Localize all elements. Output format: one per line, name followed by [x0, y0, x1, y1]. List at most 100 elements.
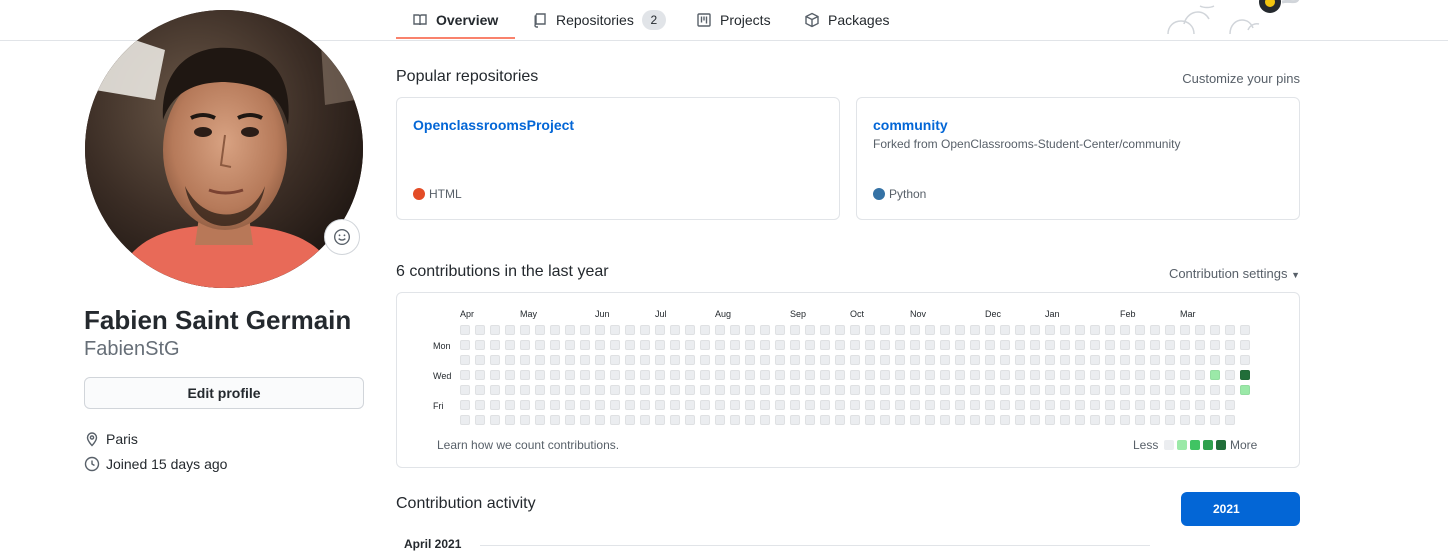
contribution-day-cell[interactable] — [700, 400, 710, 410]
contribution-day-cell[interactable] — [640, 355, 650, 365]
contribution-day-cell[interactable] — [1000, 355, 1010, 365]
contribution-day-cell[interactable] — [730, 355, 740, 365]
contribution-day-cell[interactable] — [490, 370, 500, 380]
contribution-day-cell[interactable] — [505, 385, 515, 395]
contribution-day-cell[interactable] — [1195, 355, 1205, 365]
contribution-day-cell[interactable] — [760, 370, 770, 380]
contribution-day-cell[interactable] — [865, 340, 875, 350]
contribution-day-cell[interactable] — [1120, 385, 1130, 395]
tab-projects[interactable]: Projects — [696, 0, 771, 40]
contribution-day-cell[interactable] — [535, 385, 545, 395]
contribution-day-cell[interactable] — [460, 340, 470, 350]
contribution-day-cell[interactable] — [1210, 400, 1220, 410]
contribution-day-cell[interactable] — [1150, 340, 1160, 350]
repo-name-link[interactable]: OpenclassroomsProject — [413, 117, 574, 133]
contribution-day-cell[interactable] — [910, 415, 920, 425]
contribution-day-cell[interactable] — [1150, 385, 1160, 395]
contribution-day-cell[interactable] — [1000, 340, 1010, 350]
contribution-day-cell[interactable] — [475, 415, 485, 425]
contribution-day-cell[interactable] — [580, 340, 590, 350]
contribution-day-cell[interactable] — [610, 370, 620, 380]
contribution-day-cell[interactable] — [895, 355, 905, 365]
contribution-day-cell[interactable] — [1030, 355, 1040, 365]
contribution-day-cell[interactable] — [940, 400, 950, 410]
contribution-day-cell[interactable] — [670, 355, 680, 365]
contribution-day-cell[interactable] — [1195, 400, 1205, 410]
contribution-day-cell[interactable] — [1015, 370, 1025, 380]
contribution-day-cell[interactable] — [1225, 370, 1235, 380]
contribution-day-cell[interactable] — [850, 385, 860, 395]
contribution-day-cell[interactable] — [1060, 325, 1070, 335]
contribution-day-cell[interactable] — [865, 370, 875, 380]
contribution-day-cell[interactable] — [835, 400, 845, 410]
contribution-day-cell[interactable] — [775, 415, 785, 425]
contribution-day-cell[interactable] — [850, 355, 860, 365]
contribution-day-cell[interactable] — [1060, 400, 1070, 410]
contribution-day-cell[interactable] — [1030, 340, 1040, 350]
contribution-day-cell[interactable] — [1150, 400, 1160, 410]
contribution-day-cell[interactable] — [880, 325, 890, 335]
contribution-day-cell[interactable] — [505, 340, 515, 350]
contribution-day-cell[interactable] — [475, 385, 485, 395]
contribution-day-cell[interactable] — [790, 340, 800, 350]
contribution-day-cell[interactable] — [1090, 340, 1100, 350]
contribution-day-cell[interactable] — [535, 400, 545, 410]
contribution-day-cell[interactable] — [1180, 325, 1190, 335]
contribution-day-cell[interactable] — [535, 415, 545, 425]
contribution-day-cell[interactable] — [1135, 355, 1145, 365]
contribution-day-cell[interactable] — [1120, 400, 1130, 410]
contribution-day-cell[interactable] — [505, 325, 515, 335]
contribution-day-cell[interactable] — [670, 400, 680, 410]
contribution-day-cell[interactable] — [835, 415, 845, 425]
contribution-day-cell[interactable] — [1195, 415, 1205, 425]
contribution-day-cell[interactable] — [715, 385, 725, 395]
contribution-day-cell[interactable] — [985, 385, 995, 395]
contribution-day-cell[interactable] — [1120, 355, 1130, 365]
contribution-day-cell[interactable] — [1090, 385, 1100, 395]
contribution-day-cell[interactable] — [1075, 355, 1085, 365]
contribution-day-cell[interactable] — [1180, 340, 1190, 350]
contribution-day-cell[interactable] — [1135, 385, 1145, 395]
contribution-day-cell[interactable] — [1075, 385, 1085, 395]
contribution-day-cell[interactable] — [640, 385, 650, 395]
contribution-day-cell[interactable] — [1195, 340, 1205, 350]
contribution-day-cell[interactable] — [835, 370, 845, 380]
contribution-day-cell[interactable] — [475, 400, 485, 410]
contribution-day-cell[interactable] — [820, 340, 830, 350]
contribution-day-cell[interactable] — [565, 355, 575, 365]
contribution-day-cell[interactable] — [1225, 325, 1235, 335]
contribution-day-cell[interactable] — [565, 370, 575, 380]
contribution-day-cell[interactable] — [610, 325, 620, 335]
contribution-day-cell[interactable] — [1090, 370, 1100, 380]
contribution-day-cell[interactable] — [580, 415, 590, 425]
contribution-day-cell[interactable] — [550, 355, 560, 365]
contribution-day-cell[interactable] — [1150, 415, 1160, 425]
contribution-day-cell[interactable] — [700, 370, 710, 380]
contribution-day-cell[interactable] — [1030, 400, 1040, 410]
contribution-day-cell[interactable] — [880, 340, 890, 350]
contribution-day-cell[interactable] — [460, 325, 470, 335]
contribution-day-cell[interactable] — [655, 355, 665, 365]
contribution-day-cell[interactable] — [955, 370, 965, 380]
contribution-day-cell[interactable] — [790, 415, 800, 425]
contribution-day-cell[interactable] — [535, 325, 545, 335]
contribution-day-cell[interactable] — [460, 355, 470, 365]
contribution-day-cell[interactable] — [1060, 370, 1070, 380]
contribution-day-cell[interactable] — [460, 370, 470, 380]
contribution-day-cell[interactable] — [910, 400, 920, 410]
contribution-day-cell[interactable] — [1210, 355, 1220, 365]
contribution-day-cell[interactable] — [1135, 415, 1145, 425]
contribution-day-cell[interactable] — [715, 400, 725, 410]
contribution-day-cell[interactable] — [775, 370, 785, 380]
contribution-day-cell[interactable] — [835, 340, 845, 350]
contribution-day-cell[interactable] — [550, 325, 560, 335]
contribution-day-cell[interactable] — [580, 400, 590, 410]
contribution-day-cell[interactable] — [730, 400, 740, 410]
contribution-day-cell[interactable] — [1165, 340, 1175, 350]
contribution-day-cell[interactable] — [805, 370, 815, 380]
contribution-day-cell[interactable] — [745, 325, 755, 335]
contribution-day-cell[interactable] — [805, 325, 815, 335]
contribution-day-cell[interactable] — [805, 355, 815, 365]
contribution-day-cell[interactable] — [775, 355, 785, 365]
contribution-day-cell[interactable] — [460, 385, 470, 395]
